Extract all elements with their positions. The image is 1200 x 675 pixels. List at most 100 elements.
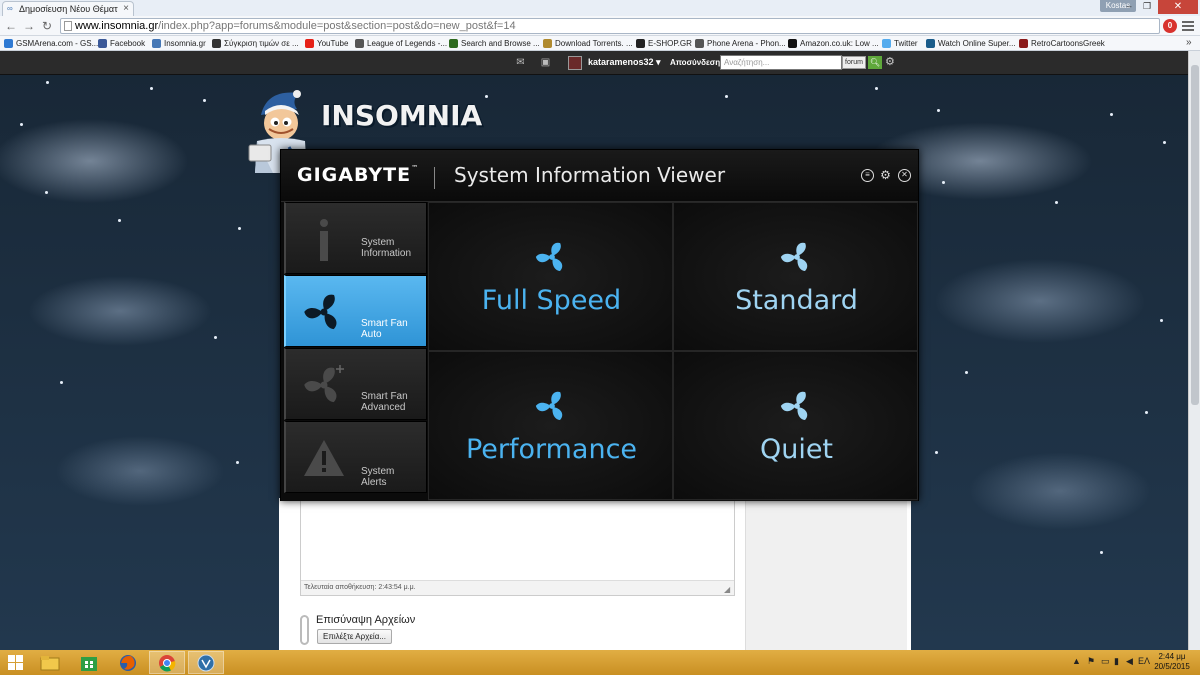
- amazon-icon: [788, 39, 797, 48]
- file-explorer-icon[interactable]: [32, 651, 68, 674]
- resize-grip-icon[interactable]: ◢: [724, 586, 732, 594]
- windows-start-icon[interactable]: [8, 655, 23, 670]
- windows-taskbar: ▲ ⚑ ▭ ▮ ◀ ΕΛ 2:44 μμ 20/5/2015: [0, 650, 1200, 675]
- siv-window: GIGABYTE™ System Information Viewer ≡ ⚙ …: [280, 149, 919, 501]
- action-center-icon[interactable]: ⚑: [1087, 656, 1095, 667]
- fan-plus-icon: [304, 365, 344, 403]
- bookmark-item[interactable]: Search and Browse ...: [449, 37, 540, 50]
- tab-title: Δημοσίευση Νέου Θέματ: [19, 4, 118, 14]
- bookmark-favicon-icon: [636, 39, 645, 48]
- fan-mode-performance[interactable]: Performance: [428, 351, 673, 500]
- bookmark-item[interactable]: GSMArena.com - GS...: [4, 37, 98, 50]
- browser-titlebar: ∞ Δημοσίευση Νέου Θέματ × Kostas – ❐ ✕: [0, 0, 1200, 16]
- close-icon[interactable]: ✕: [898, 169, 911, 182]
- siv-titlebar[interactable]: GIGABYTE™ System Information Viewer ≡ ⚙ …: [281, 150, 918, 202]
- store-icon[interactable]: [71, 651, 107, 674]
- back-arrow-icon[interactable]: ←: [4, 19, 18, 33]
- input-language[interactable]: ΕΛ: [1138, 656, 1150, 666]
- bookmark-item[interactable]: YouTube: [305, 37, 348, 50]
- bookmark-item[interactable]: Download Torrents. ...: [543, 37, 633, 50]
- sidebar-item-label: Smart Fan Auto: [361, 318, 408, 340]
- bookmark-item[interactable]: RetroCartoonsGreek: [1019, 37, 1105, 50]
- bookmark-favicon-icon: [1019, 39, 1028, 48]
- page-icon: [64, 21, 72, 31]
- bookmarks-overflow-icon[interactable]: »: [1186, 37, 1192, 48]
- sidebar-item-label: System Alerts: [361, 466, 395, 488]
- sidebar-item-smart-fan-advanced[interactable]: Smart Fan Advanced: [284, 348, 427, 420]
- bookmark-item[interactable]: Σύγκριση τιμών σε ...: [212, 37, 299, 50]
- facebook-icon: [98, 39, 107, 48]
- url-host: www.insomnia.gr: [75, 20, 159, 32]
- volume-icon[interactable]: ◀: [1126, 656, 1133, 667]
- messages-icon[interactable]: ✉: [515, 58, 526, 68]
- chrome-icon[interactable]: [149, 651, 185, 674]
- list-icon[interactable]: ≡: [861, 169, 874, 182]
- address-bar[interactable]: www.insomnia.gr/index.php?app=forums&mod…: [60, 18, 1160, 34]
- warning-icon: [304, 440, 344, 476]
- fan-icon: [535, 242, 563, 272]
- logout-link[interactable]: Αποσύνδεση: [670, 58, 720, 67]
- sidebar-item-label: Smart Fan Advanced: [361, 391, 408, 413]
- attachments-heading: Επισύναψη Αρχείων: [316, 614, 416, 626]
- search-go-icon[interactable]: 🔍︎: [868, 56, 882, 69]
- window-close-icon[interactable]: ✕: [1158, 0, 1198, 14]
- fan-mode-label: Standard: [735, 285, 858, 316]
- display-icon[interactable]: ▭: [1101, 656, 1110, 667]
- scrollbar-thumb[interactable]: [1191, 65, 1199, 405]
- sidebar-item-smart-fan-auto[interactable]: Smart Fan Auto: [284, 275, 427, 347]
- bookmark-item[interactable]: League of Legends -...: [355, 37, 447, 50]
- fan-mode-full-speed[interactable]: Full Speed: [428, 202, 673, 351]
- page-scrollbar[interactable]: [1188, 51, 1200, 650]
- browser-toolbar: ← → ↻ www.insomnia.gr/index.php?app=foru…: [0, 16, 1200, 36]
- gear-icon[interactable]: ⚙: [879, 169, 892, 182]
- bookmark-favicon-icon: [543, 39, 552, 48]
- fan-icon: [535, 391, 563, 421]
- username-menu[interactable]: kataramenos32 ▾: [588, 57, 661, 68]
- siv-taskbar-icon[interactable]: [188, 651, 224, 674]
- taskbar-clock[interactable]: 2:44 μμ 20/5/2015: [1152, 652, 1192, 672]
- tab-close-icon[interactable]: ×: [123, 3, 129, 14]
- fan-mode-quiet[interactable]: Quiet: [673, 351, 918, 500]
- fan-mode-label: Quiet: [759, 434, 834, 465]
- bookmark-item[interactable]: Watch Online Super...: [926, 37, 1016, 50]
- clock-date: 20/5/2015: [1154, 662, 1190, 671]
- avatar[interactable]: [568, 56, 582, 70]
- header-divider: [434, 167, 435, 189]
- siv-sidebar: System Information Smart Fan Auto Smart …: [281, 202, 428, 501]
- post-form-sidebar: [745, 498, 907, 650]
- bookmark-item[interactable]: Amazon.co.uk: Low ...: [788, 37, 879, 50]
- reload-icon[interactable]: ↻: [40, 19, 54, 33]
- choose-files-button[interactable]: Επιλέξτε Αρχεία...: [317, 629, 392, 644]
- minimize-icon[interactable]: –: [1120, 0, 1138, 12]
- chrome-menu-icon[interactable]: [1182, 21, 1194, 31]
- site-topbar: ✉ ▣ kataramenos32 ▾ Αποσύνδεση Αναζήτηση…: [0, 51, 1188, 75]
- settings-gear-icon[interactable]: ⚙: [885, 55, 895, 68]
- notifications-icon[interactable]: ▣: [540, 58, 551, 68]
- browser-tab[interactable]: ∞ Δημοσίευση Νέου Θέματ ×: [2, 1, 134, 16]
- bookmark-item[interactable]: E-SHOP.GR: [636, 37, 692, 50]
- fan-icon: [780, 391, 808, 421]
- paperclip-icon: [300, 615, 309, 645]
- gigabyte-brand: GIGABYTE™: [297, 164, 420, 186]
- fan-mode-standard[interactable]: Standard: [673, 202, 918, 351]
- bookmarks-bar: GSMArena.com - GS... Facebook Insomnia.g…: [0, 36, 1200, 51]
- firefox-icon[interactable]: [110, 651, 146, 674]
- bookmark-item[interactable]: Phone Arena - Phon...: [695, 37, 786, 50]
- tray-expand-icon[interactable]: ▲: [1072, 656, 1081, 666]
- bookmark-favicon-icon: [926, 39, 935, 48]
- search-scope-select[interactable]: forum: [842, 56, 866, 69]
- bookmark-favicon-icon: [4, 39, 13, 48]
- app-title: System Information Viewer: [454, 163, 726, 187]
- search-input[interactable]: Αναζήτηση...: [720, 55, 842, 70]
- network-icon[interactable]: ▮: [1114, 656, 1119, 667]
- bookmark-item[interactable]: Insomnia.gr: [152, 37, 206, 50]
- forward-arrow-icon[interactable]: →: [22, 19, 36, 33]
- fan-icon: [304, 294, 337, 330]
- bookmark-item[interactable]: Twitter: [882, 37, 918, 50]
- sidebar-item-system-alerts[interactable]: System Alerts: [284, 421, 427, 493]
- extension-icon[interactable]: 0: [1163, 19, 1177, 33]
- restore-icon[interactable]: ❐: [1138, 0, 1156, 12]
- sidebar-item-system-information[interactable]: System Information: [284, 202, 427, 274]
- bookmark-item[interactable]: Facebook: [98, 37, 145, 50]
- fan-mode-label: Performance: [465, 434, 638, 465]
